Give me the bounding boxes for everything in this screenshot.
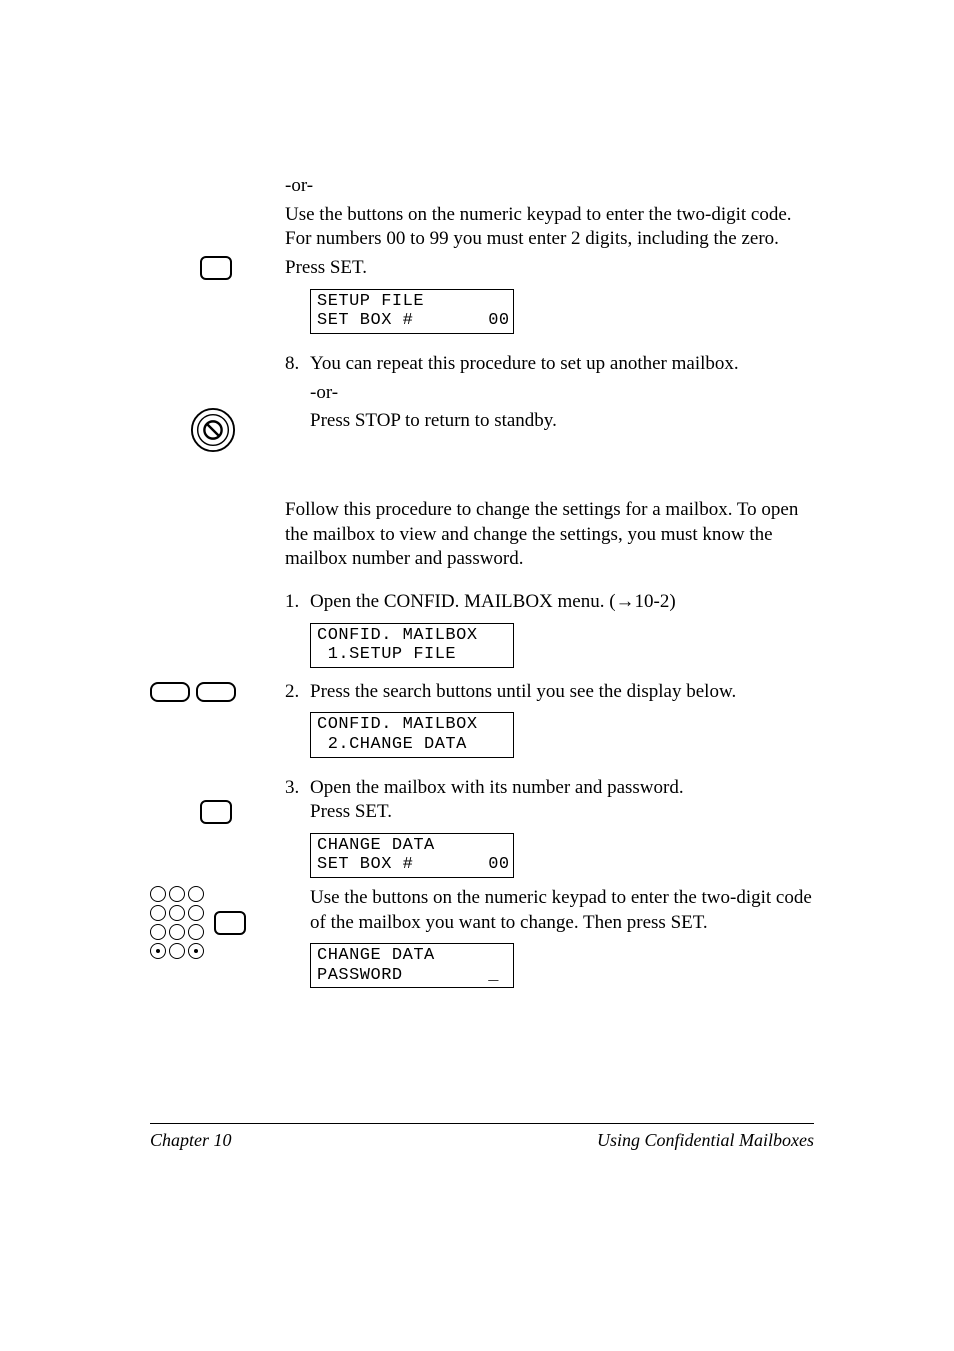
lcd-display: CHANGE DATA PASSWORD _	[310, 943, 514, 988]
step-text: Open the mailbox with its number and pas…	[310, 776, 814, 801]
step-text: Press the search buttons until you see t…	[310, 680, 814, 705]
footer-chapter: Chapter 10	[150, 1130, 232, 1151]
display-line: CONFID. MAILBOX	[317, 715, 478, 734]
display-line: SETUP FILE	[317, 292, 424, 311]
search-buttons-icon	[150, 682, 236, 702]
lcd-display: SETUP FILE SET BOX # 00	[310, 289, 514, 334]
lcd-display: CONFID. MAILBOX 2.CHANGE DATA	[310, 712, 514, 757]
step-number: 2.	[285, 680, 310, 705]
display-line: CHANGE DATA	[317, 946, 435, 965]
step-text: You can repeat this procedure to set up …	[310, 352, 814, 377]
step-3: 3. Open the mailbox with its number and …	[285, 776, 814, 801]
content-column: -or- Use the buttons on the numeric keyp…	[285, 174, 814, 988]
press-set-text: Press SET.	[310, 800, 814, 825]
change-intro-text: Follow this procedure to change the sett…	[285, 498, 814, 572]
page-footer: Chapter 10 Using Confidential Mailboxes	[150, 1123, 814, 1151]
footer-title: Using Confidential Mailboxes	[597, 1130, 814, 1151]
display-line: CONFID. MAILBOX	[317, 626, 478, 645]
display-line: CHANGE DATA	[317, 836, 435, 855]
display-line: SET BOX # 00	[317, 311, 510, 330]
display-line: PASSWORD _	[317, 966, 499, 985]
set-button-icon	[200, 800, 232, 824]
step-text: Open the CONFID. MAILBOX menu. (→10-2)	[310, 590, 814, 615]
stop-button-icon	[190, 407, 236, 453]
keypad-entry-text: Use the buttons on the numeric keypad to…	[285, 203, 814, 252]
page: -or- Use the buttons on the numeric keyp…	[0, 0, 954, 1351]
set-button-icon	[214, 911, 246, 935]
or-text: -or-	[310, 381, 814, 406]
step-number: 1.	[285, 590, 310, 615]
display-line: 2.CHANGE DATA	[317, 735, 467, 754]
set-button-icon	[200, 256, 232, 280]
keypad-change-text: Use the buttons on the numeric keypad to…	[310, 886, 814, 935]
numeric-keypad-icon	[150, 886, 246, 959]
display-line: 1.SETUP FILE	[317, 645, 456, 664]
or-text: -or-	[285, 174, 814, 199]
press-stop-text: Press STOP to return to standby.	[310, 409, 814, 434]
step-number: 8.	[285, 352, 310, 377]
press-set-text: Press SET.	[285, 256, 814, 281]
step-number: 3.	[285, 776, 310, 801]
step-1: 1. Open the CONFID. MAILBOX menu. (→10-2…	[285, 590, 814, 615]
step-2: 2. Press the search buttons until you se…	[285, 680, 814, 705]
lcd-display: CHANGE DATA SET BOX # 00	[310, 833, 514, 878]
lcd-display: CONFID. MAILBOX 1.SETUP FILE	[310, 623, 514, 668]
step-8: 8. You can repeat this procedure to set …	[285, 352, 814, 377]
display-line: SET BOX # 00	[317, 855, 510, 874]
